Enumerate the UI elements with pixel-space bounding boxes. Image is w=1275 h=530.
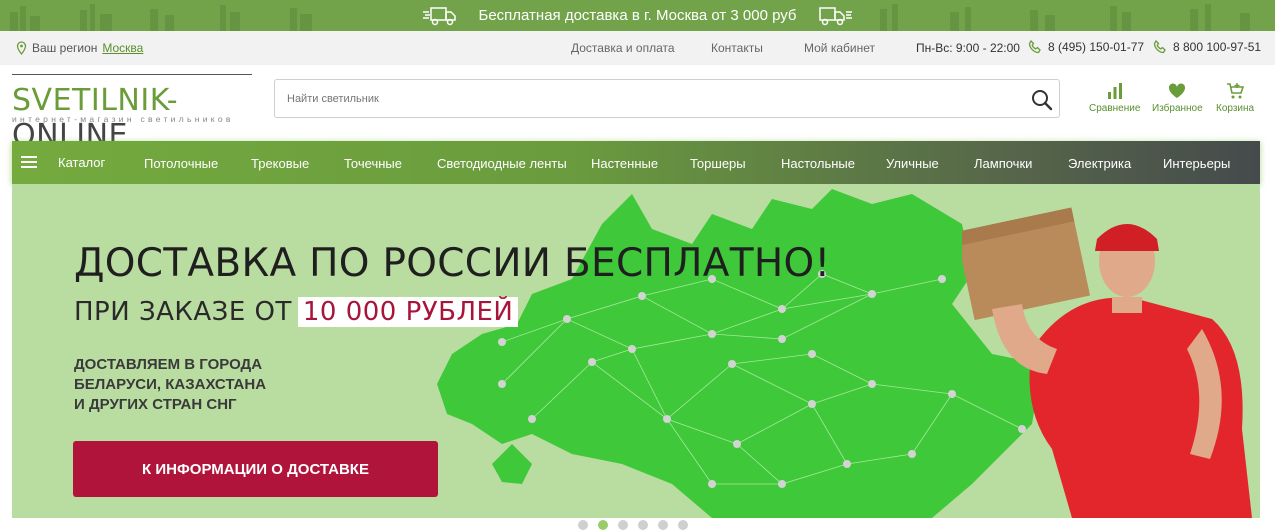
location-pin-icon: [16, 41, 27, 55]
contacts-link[interactable]: Контакты: [711, 41, 763, 55]
bar-chart-icon: [1107, 83, 1122, 99]
nav-item-floor-lamps[interactable]: Торшеры: [690, 156, 746, 171]
favorites-button[interactable]: Избранное: [1152, 82, 1203, 114]
delivery-info-button[interactable]: К ИНФОРМАЦИИ О ДОСТАВКЕ: [73, 441, 438, 497]
compare-button[interactable]: Сравнение: [1089, 82, 1140, 114]
slider-dot[interactable]: [578, 520, 588, 530]
delivery-link[interactable]: Доставка и оплата: [571, 41, 675, 55]
promo-bar: Бесплатная доставка в г. Москва от 3 000…: [0, 0, 1275, 31]
delivery-man-image: [962, 207, 1252, 518]
phone-icon: [1153, 40, 1166, 54]
slider-pagination: [578, 520, 688, 530]
cart-button[interactable]: Корзина: [1216, 82, 1254, 114]
slider-dot-active[interactable]: [598, 520, 608, 530]
site-logo[interactable]: SVETILNIK-ONLINE интернет-магазин светил…: [12, 74, 254, 153]
search-icon[interactable]: [1031, 89, 1053, 111]
banner-sub-highlight: 10 000 РУБЛЕЙ: [297, 297, 519, 327]
slider-dot[interactable]: [678, 520, 688, 530]
working-hours: Пн-Вс: 9:00 - 22:00: [916, 41, 1020, 55]
nav-item-electrics[interactable]: Электрика: [1068, 156, 1131, 171]
banner-sub-prefix: ПРИ ЗАКАЗЕ ОТ: [74, 297, 292, 327]
menu-icon[interactable]: [21, 156, 37, 168]
banner-headline: ДОСТАВКА ПО РОССИИ БЕСПЛАТНО!: [74, 241, 831, 286]
promo-text: Бесплатная доставка в г. Москва от 3 000…: [478, 7, 797, 24]
truck-icon: [423, 6, 457, 25]
nav-item-ceiling[interactable]: Потолочные: [144, 156, 218, 171]
nav-item-table[interactable]: Настольные: [781, 156, 855, 171]
banner-cities-text: ДОСТАВЛЯЕМ В ГОРОДА БЕЛАРУСИ, КАЗАХСТАНА…: [74, 356, 267, 413]
nav-item-led-strips[interactable]: Светодиодные ленты: [437, 156, 567, 171]
logo-subtitle: интернет-магазин светильников: [12, 114, 234, 124]
nav-item-interiors[interactable]: Интерьеры: [1163, 156, 1230, 171]
phone-number: 8 (495) 150-01-77: [1048, 40, 1145, 54]
cart-icon: [1227, 83, 1245, 99]
nav-item-wall[interactable]: Настенные: [591, 156, 658, 171]
search-box: [274, 79, 1060, 118]
favorites-label: Избранное: [1152, 103, 1203, 114]
slider-dot[interactable]: [638, 520, 648, 530]
hero-banner[interactable]: ДОСТАВКА ПО РОССИИ БЕСПЛАТНО! ПРИ ЗАКАЗЕ…: [12, 184, 1260, 518]
nav-item-bulbs[interactable]: Лампочки: [974, 156, 1032, 171]
nav-item-spot[interactable]: Точечные: [344, 156, 402, 171]
cart-label: Корзина: [1216, 103, 1255, 114]
truck-icon: [818, 6, 852, 25]
nav-catalog[interactable]: Каталог: [58, 155, 105, 170]
logo-text-left: SVETILNIK-: [12, 83, 179, 118]
heart-icon: [1169, 83, 1186, 98]
logo-line: [12, 74, 252, 75]
region-city-link[interactable]: Москва: [102, 41, 143, 55]
slider-dot[interactable]: [618, 520, 628, 530]
region-label: Ваш регион: [32, 41, 98, 55]
phone-number: 8 800 100-97-51: [1173, 40, 1262, 54]
phone-tollfree[interactable]: 8 800 100-97-51: [1153, 40, 1261, 54]
main-navigation: Каталог Потолочные Трековые Точечные Све…: [12, 141, 1260, 184]
search-input[interactable]: [287, 90, 987, 108]
phone-icon: [1028, 40, 1041, 54]
compare-label: Сравнение: [1089, 103, 1141, 114]
slider-dot[interactable]: [658, 520, 668, 530]
region-selector[interactable]: Ваш регион Москва: [16, 41, 143, 55]
phone-moscow[interactable]: 8 (495) 150-01-77: [1028, 40, 1144, 54]
top-info-bar: Ваш регион Москва Доставка и оплата Конт…: [0, 31, 1275, 65]
nav-item-outdoor[interactable]: Уличные: [886, 156, 939, 171]
account-link[interactable]: Мой кабинет: [804, 41, 875, 55]
banner-subheadline: ПРИ ЗАКАЗЕ ОТ 10 000 РУБЛЕЙ: [74, 297, 519, 327]
nav-item-track[interactable]: Трековые: [251, 156, 309, 171]
